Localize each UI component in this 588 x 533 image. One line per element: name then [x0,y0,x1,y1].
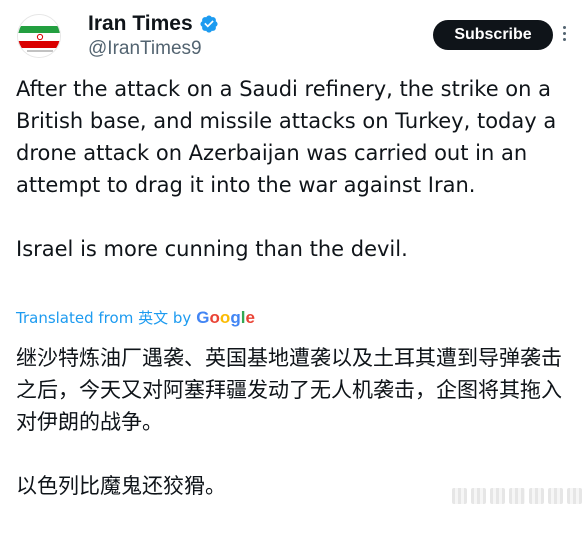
google-logo: Google [196,308,255,327]
more-vertical-icon[interactable] [563,26,566,41]
watermark [452,488,582,504]
translated-language: 英文 [138,309,169,327]
subscribe-button[interactable]: Subscribe [433,20,553,50]
tweet-paragraph: After the attack on a Saudi refinery, th… [16,77,557,197]
translation-paragraph: 继沙特炼油厂遇袭、英国基地遭袭以及土耳其遭到导弹袭击之后，今天又对阿塞拜疆发动了… [16,346,562,434]
translated-by: by [172,309,192,327]
tweet-text: After the attack on a Saudi refinery, th… [16,73,571,265]
iran-flag-avatar [18,15,60,57]
tweet-card: Iran Times @IranTimes9 Subscribe After t… [0,0,588,533]
translated-from-label: Translated from [16,309,134,327]
translated-from-row: Translated from 英文 by Google [16,307,255,328]
author-name[interactable]: Iran Times [88,12,193,36]
translated-text: 继沙特炼油厂遇袭、英国基地遭袭以及土耳其遭到导弹袭击之后，今天又对阿塞拜疆发动了… [16,342,576,502]
author-handle[interactable]: @IranTimes9 [88,38,202,60]
translated-from-link[interactable]: Translated from 英文 by [16,307,191,328]
author-avatar[interactable] [17,14,61,58]
verified-badge-icon [200,15,218,33]
tweet-paragraph: Israel is more cunning than the devil. [16,237,408,261]
author-name-row: Iran Times [88,12,219,36]
